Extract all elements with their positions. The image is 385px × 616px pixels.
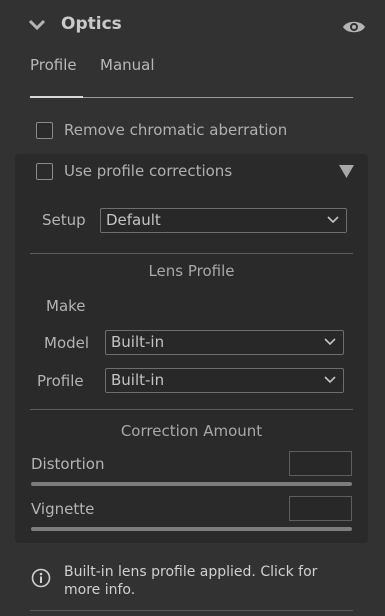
chevron-down-icon — [327, 216, 339, 224]
distortion-slider[interactable] — [31, 482, 352, 486]
chevron-down-icon — [324, 376, 336, 384]
use-profile-corrections-checkbox[interactable] — [36, 163, 53, 180]
tab-profile[interactable]: Profile — [30, 56, 77, 74]
setup-value: Default — [106, 211, 161, 229]
divider — [30, 253, 353, 254]
eye-icon[interactable] — [342, 19, 366, 35]
profile-value: Built-in — [111, 371, 165, 389]
model-label: Model — [44, 334, 90, 352]
divider — [30, 409, 353, 410]
distortion-label: Distortion — [31, 455, 105, 473]
info-icon — [31, 568, 51, 588]
info-message-link[interactable]: Built-in lens profile applied. Click for… — [64, 563, 354, 599]
correction-amount-title: Correction Amount — [120, 422, 263, 440]
panel-title: Optics — [61, 14, 122, 34]
setup-select[interactable]: Default — [100, 208, 347, 233]
make-label: Make — [46, 297, 86, 315]
remove-ca-label[interactable]: Remove chromatic aberration — [64, 121, 287, 139]
distortion-value-input[interactable] — [289, 451, 352, 476]
model-select[interactable]: Built-in — [105, 330, 344, 355]
profile-select[interactable]: Built-in — [105, 368, 344, 393]
vignette-value-input[interactable] — [289, 496, 352, 521]
collapse-triangle-icon[interactable] — [339, 165, 354, 178]
chevron-down-icon — [324, 338, 336, 346]
remove-ca-checkbox[interactable] — [36, 122, 53, 139]
vignette-label: Vignette — [31, 500, 95, 518]
model-value: Built-in — [111, 333, 165, 351]
lens-profile-title: Lens Profile — [148, 262, 235, 280]
active-tab-indicator — [30, 96, 83, 98]
profile-label: Profile — [37, 372, 84, 390]
chevron-down-icon[interactable] — [28, 18, 46, 32]
setup-label: Setup — [42, 211, 86, 229]
tab-manual[interactable]: Manual — [100, 56, 155, 74]
use-profile-corrections-label[interactable]: Use profile corrections — [64, 162, 232, 180]
divider — [30, 610, 353, 611]
vignette-slider[interactable] — [31, 527, 352, 531]
